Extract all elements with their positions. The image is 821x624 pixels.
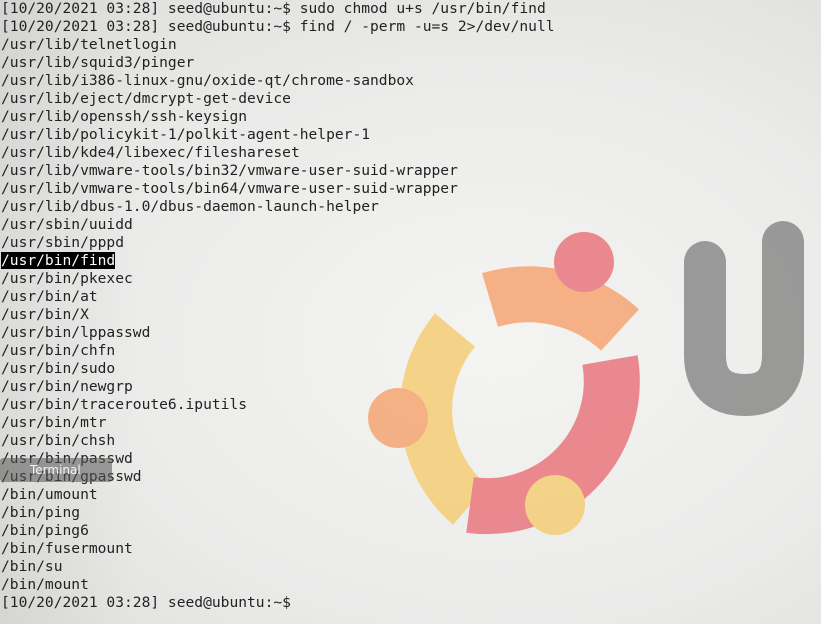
terminal-line: /usr/sbin/uuidd bbox=[0, 216, 821, 234]
terminal-line-text: /usr/bin/at bbox=[1, 288, 98, 305]
terminal-line-text: /usr/lib/eject/dmcrypt-get-device bbox=[1, 90, 291, 107]
terminal-line: /bin/ping bbox=[0, 504, 821, 522]
terminal-line-text: /usr/bin/lppasswd bbox=[1, 324, 151, 341]
terminal-line-text: /usr/bin/chfn bbox=[1, 342, 116, 359]
terminal-line-text: /usr/lib/kde4/libexec/fileshareset bbox=[1, 144, 300, 161]
terminal-line: /usr/bin/gpasswd bbox=[0, 468, 821, 486]
terminal-line: [10/20/2021 03:28] seed@ubuntu:~$ sudo c… bbox=[0, 0, 821, 18]
terminal-line: /usr/lib/squid3/pinger bbox=[0, 54, 821, 72]
terminal-line: /usr/lib/policykit-1/polkit-agent-helper… bbox=[0, 126, 821, 144]
terminal-line: [10/20/2021 03:28] seed@ubuntu:~$ find /… bbox=[0, 18, 821, 36]
terminal-line-text: [10/20/2021 03:28] seed@ubuntu:~$ sudo c… bbox=[1, 0, 546, 17]
terminal-line: /usr/lib/vmware-tools/bin32/vmware-user-… bbox=[0, 162, 821, 180]
launcher-tooltip-terminal: Terminal bbox=[0, 458, 112, 482]
terminal-line: /bin/fusermount bbox=[0, 540, 821, 558]
terminal-line: /usr/bin/chsh bbox=[0, 432, 821, 450]
terminal-line-text: /usr/bin/mtr bbox=[1, 414, 107, 431]
terminal-line-text: /usr/bin/newgrp bbox=[1, 378, 133, 395]
terminal-line: /usr/lib/i386-linux-gnu/oxide-qt/chrome-… bbox=[0, 72, 821, 90]
terminal-line: /usr/lib/openssh/ssh-keysign bbox=[0, 108, 821, 126]
terminal-output[interactable]: [10/20/2021 03:28] seed@ubuntu:~$ sudo c… bbox=[0, 0, 821, 624]
terminal-line-text: /usr/sbin/uuidd bbox=[1, 216, 133, 233]
terminal-line-text: /usr/sbin/pppd bbox=[1, 234, 125, 251]
terminal-line: /usr/lib/telnetlogin bbox=[0, 36, 821, 54]
terminal-line: /usr/bin/sudo bbox=[0, 360, 821, 378]
terminal-line-text: [10/20/2021 03:28] seed@ubuntu:~$ find /… bbox=[1, 18, 555, 35]
terminal-line: /usr/sbin/pppd bbox=[0, 234, 821, 252]
terminal-line: /bin/umount bbox=[0, 486, 821, 504]
terminal-line-text: /usr/lib/dbus-1.0/dbus-daemon-launch-hel… bbox=[1, 198, 379, 215]
terminal-line-text: /usr/lib/vmware-tools/bin64/vmware-user-… bbox=[1, 180, 458, 197]
terminal-line-text: /usr/lib/openssh/ssh-keysign bbox=[1, 108, 248, 125]
terminal-line-text: /usr/lib/i386-linux-gnu/oxide-qt/chrome-… bbox=[1, 72, 414, 89]
terminal-line: /usr/bin/traceroute6.iputils bbox=[0, 396, 821, 414]
terminal-line: /usr/lib/vmware-tools/bin64/vmware-user-… bbox=[0, 180, 821, 198]
terminal-line: /usr/bin/newgrp bbox=[0, 378, 821, 396]
terminal-line: /usr/bin/find bbox=[0, 252, 821, 270]
terminal-line-text: /usr/bin/traceroute6.iputils bbox=[1, 396, 248, 413]
terminal-line-text: /usr/lib/policykit-1/polkit-agent-helper… bbox=[1, 126, 371, 143]
terminal-line-text: /usr/bin/pkexec bbox=[1, 270, 133, 287]
terminal-line-text: [10/20/2021 03:28] seed@ubuntu:~$ bbox=[1, 594, 300, 611]
terminal-line: /usr/bin/pkexec bbox=[0, 270, 821, 288]
terminal-line: /bin/mount bbox=[0, 576, 821, 594]
selected-text: /usr/bin/find bbox=[1, 252, 116, 269]
terminal-line-text: /usr/lib/vmware-tools/bin32/vmware-user-… bbox=[1, 162, 458, 179]
terminal-line-text: /bin/su bbox=[1, 558, 63, 575]
terminal-line: /bin/ping6 bbox=[0, 522, 821, 540]
terminal-prompt-line: [10/20/2021 03:28] seed@ubuntu:~$ bbox=[0, 594, 821, 612]
terminal-line: /usr/bin/mtr bbox=[0, 414, 821, 432]
terminal-line-text: /usr/bin/chsh bbox=[1, 432, 116, 449]
terminal-line: /bin/su bbox=[0, 558, 821, 576]
terminal-line: /usr/lib/eject/dmcrypt-get-device bbox=[0, 90, 821, 108]
terminal-line: /usr/lib/kde4/libexec/fileshareset bbox=[0, 144, 821, 162]
terminal-line-text: /usr/bin/X bbox=[1, 306, 89, 323]
terminal-line-text: /bin/umount bbox=[1, 486, 98, 503]
terminal-line: /usr/bin/chfn bbox=[0, 342, 821, 360]
terminal-line-text: /usr/lib/telnetlogin bbox=[1, 36, 177, 53]
terminal-line-text: /usr/bin/sudo bbox=[1, 360, 116, 377]
terminal-line: /usr/bin/passwd bbox=[0, 450, 821, 468]
terminal-line: /usr/bin/at bbox=[0, 288, 821, 306]
terminal-line-text: /bin/fusermount bbox=[1, 540, 133, 557]
terminal-line-text: /bin/ping6 bbox=[1, 522, 89, 539]
terminal-line: /usr/bin/X bbox=[0, 306, 821, 324]
terminal-line: /usr/lib/dbus-1.0/dbus-daemon-launch-hel… bbox=[0, 198, 821, 216]
terminal-line-text: /bin/mount bbox=[1, 576, 89, 593]
terminal-line-text: /bin/ping bbox=[1, 504, 81, 521]
terminal-line: /usr/bin/lppasswd bbox=[0, 324, 821, 342]
terminal-line-text: /usr/lib/squid3/pinger bbox=[1, 54, 195, 71]
